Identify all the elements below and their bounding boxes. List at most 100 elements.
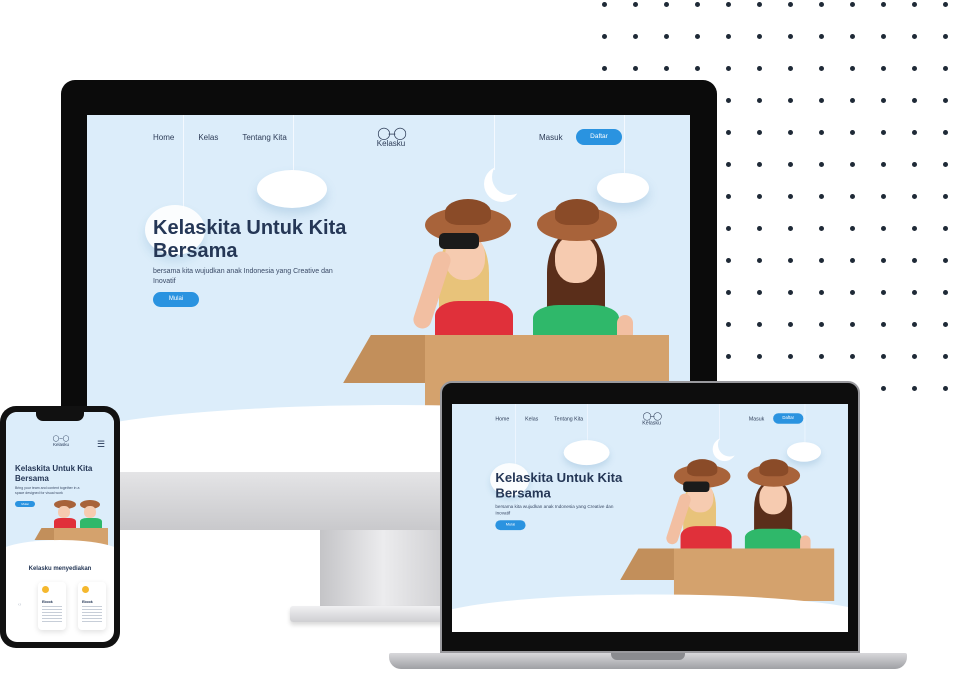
dot bbox=[912, 162, 917, 167]
dot bbox=[664, 34, 669, 39]
hill-wave bbox=[452, 594, 848, 632]
dot bbox=[819, 354, 824, 359]
dot bbox=[819, 322, 824, 327]
masuk-link[interactable]: Masuk bbox=[749, 416, 764, 422]
dot bbox=[757, 290, 762, 295]
dot bbox=[788, 290, 793, 295]
dot bbox=[881, 290, 886, 295]
dot bbox=[912, 290, 917, 295]
glasses-icon: ◯–◯ bbox=[377, 126, 407, 140]
dot bbox=[912, 322, 917, 327]
logo-text: Kelasku bbox=[642, 419, 661, 426]
laptop-notch bbox=[611, 653, 685, 660]
dot bbox=[633, 34, 638, 39]
phone-notch bbox=[36, 412, 84, 421]
dot bbox=[943, 322, 948, 327]
dot bbox=[943, 226, 948, 231]
dot bbox=[695, 2, 700, 7]
dot bbox=[850, 322, 855, 327]
dot bbox=[850, 354, 855, 359]
laptop: Home Kelas Tentang Kita ◯–◯ Kelasku Masu… bbox=[440, 381, 860, 653]
logo-text: Kelasku bbox=[376, 139, 406, 148]
daftar-button[interactable]: Daftar bbox=[773, 413, 804, 424]
hero-subtitle: Bring your team and content together in … bbox=[15, 486, 80, 495]
dot bbox=[943, 194, 948, 199]
dot bbox=[912, 386, 917, 391]
dot bbox=[912, 98, 917, 103]
logo[interactable]: ◯–◯ Kelasku bbox=[369, 127, 413, 148]
prev-arrow-icon[interactable]: ‹› bbox=[18, 602, 21, 608]
dot bbox=[757, 130, 762, 135]
section-title: Kelasku menyediakan bbox=[28, 566, 92, 572]
dot bbox=[819, 130, 824, 135]
dot bbox=[881, 34, 886, 39]
dot bbox=[788, 34, 793, 39]
dot bbox=[850, 98, 855, 103]
logo[interactable]: ◯–◯ Kelasku bbox=[637, 412, 666, 426]
dot bbox=[602, 2, 607, 7]
dot bbox=[788, 354, 793, 359]
feature-card[interactable]: Ebook bbox=[38, 582, 66, 630]
dot bbox=[881, 258, 886, 263]
masuk-link[interactable]: Masuk bbox=[539, 133, 563, 142]
dot bbox=[695, 34, 700, 39]
feature-card[interactable]: Ebook bbox=[78, 582, 106, 630]
menu-icon[interactable]: ☰ bbox=[97, 439, 105, 450]
dot bbox=[881, 2, 886, 7]
dot bbox=[819, 98, 824, 103]
nav-home[interactable]: Home bbox=[495, 416, 509, 422]
mulai-button[interactable]: Mulai bbox=[495, 520, 526, 531]
dot bbox=[633, 66, 638, 71]
dot bbox=[850, 66, 855, 71]
dot bbox=[819, 258, 824, 263]
emoji-icon bbox=[82, 586, 89, 593]
dot bbox=[912, 194, 917, 199]
nav-home[interactable]: Home bbox=[153, 133, 174, 142]
mulai-button[interactable]: Mulai bbox=[15, 501, 35, 507]
dot bbox=[819, 162, 824, 167]
dot bbox=[757, 194, 762, 199]
dot bbox=[912, 2, 917, 7]
dot bbox=[819, 290, 824, 295]
phone-website: ◯–◯ Kelasku ☰ Kelaskita Untuk Kita Bersa… bbox=[6, 412, 114, 642]
nav-kelas[interactable]: Kelas bbox=[525, 416, 538, 422]
hero-subtitle: bersama kita wujudkan anak Indonesia yan… bbox=[153, 268, 333, 285]
laptop-website: Home Kelas Tentang Kita ◯–◯ Kelasku Masu… bbox=[452, 404, 848, 632]
nav-tentang-kita[interactable]: Tentang Kita bbox=[242, 133, 286, 142]
dot bbox=[819, 2, 824, 7]
hero-title: Kelaskita Untuk Kita Bersama bbox=[15, 464, 93, 483]
dot bbox=[788, 258, 793, 263]
dot bbox=[912, 226, 917, 231]
dot bbox=[726, 258, 731, 263]
nav-tentang-kita[interactable]: Tentang Kita bbox=[554, 416, 583, 422]
dot bbox=[726, 34, 731, 39]
card-title: Ebook bbox=[42, 600, 53, 604]
dot bbox=[943, 34, 948, 39]
dot bbox=[881, 130, 886, 135]
cloud bbox=[786, 442, 822, 462]
dot bbox=[788, 2, 793, 7]
logo[interactable]: ◯–◯ Kelasku bbox=[48, 436, 74, 447]
emoji-icon bbox=[42, 586, 49, 593]
dot bbox=[881, 162, 886, 167]
logo-text: Kelasku bbox=[52, 442, 69, 447]
daftar-button[interactable]: Daftar bbox=[576, 129, 622, 145]
dot bbox=[757, 226, 762, 231]
cloud bbox=[257, 170, 327, 208]
cloud bbox=[597, 173, 649, 203]
dot bbox=[943, 2, 948, 7]
dot bbox=[757, 98, 762, 103]
kids-in-box-illustration bbox=[620, 459, 835, 602]
dot bbox=[757, 34, 762, 39]
dot bbox=[726, 226, 731, 231]
dot bbox=[726, 130, 731, 135]
glasses-icon: ◯–◯ bbox=[642, 411, 662, 421]
dot bbox=[850, 194, 855, 199]
dot bbox=[602, 66, 607, 71]
main-nav: Home Kelas Tentang Kita bbox=[495, 416, 583, 422]
dot bbox=[850, 162, 855, 167]
nav-kelas[interactable]: Kelas bbox=[198, 133, 218, 142]
main-nav: Home Kelas Tentang Kita bbox=[153, 133, 287, 142]
mulai-button[interactable]: Mulai bbox=[153, 292, 199, 307]
dot bbox=[912, 34, 917, 39]
